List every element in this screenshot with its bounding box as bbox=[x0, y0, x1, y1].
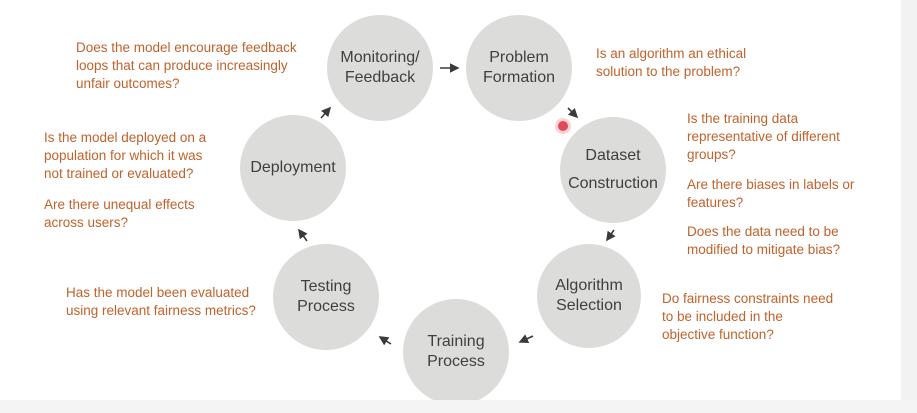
question-testing: Has the model been evaluated using relev… bbox=[66, 285, 256, 318]
pointer-cursor-dot bbox=[558, 121, 568, 131]
question-deployment-population: Is the model deployed on a population fo… bbox=[44, 130, 207, 181]
question-deployment-effects: Are there unequal effects across users? bbox=[44, 197, 195, 230]
question-dataset-representative: Is the training data representative of d… bbox=[687, 111, 840, 162]
question-dataset-mitigate: Does the data need to be modified to mit… bbox=[687, 224, 841, 257]
arrow-testing-to-deployment bbox=[298, 228, 308, 242]
question-dataset-biases: Are there biases in labels or features? bbox=[687, 177, 855, 210]
arrow-algorithm-to-training bbox=[518, 334, 534, 344]
arrow-training-to-testing bbox=[378, 336, 392, 346]
question-monitoring: Does the model encourage feedback loops … bbox=[76, 40, 297, 91]
arrow-problem-to-dataset bbox=[567, 107, 579, 119]
question-problem: Is an algorithm an ethical solution to t… bbox=[596, 46, 747, 79]
question-algorithm: Do fairness constraints need to be inclu… bbox=[662, 291, 834, 342]
arrow-deployment-to-monitoring bbox=[320, 106, 332, 119]
slide: Monitoring/ Feedback Problem Formation D… bbox=[0, 0, 917, 413]
arrow-dataset-to-algorithm bbox=[606, 229, 616, 242]
window-edge-bottom bbox=[0, 400, 917, 413]
window-edge-right bbox=[901, 0, 917, 413]
